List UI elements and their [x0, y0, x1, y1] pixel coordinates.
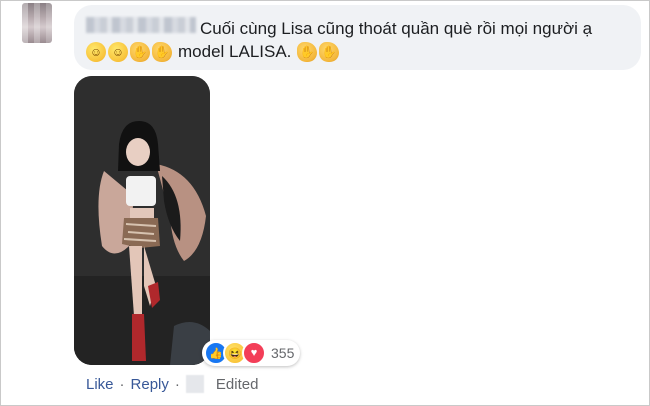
grinning-face-icon: ☺ [108, 42, 128, 62]
like-link[interactable]: Like [86, 376, 114, 393]
separator: · [174, 375, 180, 393]
edited-label[interactable]: Edited [216, 376, 259, 393]
clapping-hands-icon: ✋ [130, 42, 150, 62]
clapping-hands-icon: ✋ [319, 42, 340, 62]
comment-text-line1: Cuối cùng Lisa cũng thoát quần què rồi m… [200, 19, 593, 38]
separator: · [119, 375, 125, 393]
clapping-hands-icon: ✋ [297, 42, 318, 62]
attached-photo[interactable] [74, 76, 210, 365]
comment-text-line2-row: ☺ ☺ ✋ ✋ model LALISA. ✋ ✋ [86, 42, 340, 62]
love-reaction-icon: ♥ [242, 341, 266, 365]
commenter-avatar[interactable] [22, 3, 52, 43]
reaction-summary[interactable]: 👍 😆 ♥ 355 [202, 340, 301, 366]
comment-bubble: Cuối cùng Lisa cũng thoát quần què rồi m… [74, 5, 641, 70]
blurred-commenter-name[interactable] [86, 17, 196, 33]
comment-actions: Like · Reply · Edited [86, 375, 258, 393]
comment-text-line2: model LALISA. [178, 42, 292, 61]
reaction-count: 355 [271, 345, 295, 361]
grinning-face-icon: ☺ [86, 42, 106, 62]
clapping-hands-icon: ✋ [152, 42, 172, 62]
blurred-timestamp[interactable] [185, 375, 204, 393]
photo-illustration [74, 76, 210, 365]
reply-link[interactable]: Reply [131, 376, 169, 393]
